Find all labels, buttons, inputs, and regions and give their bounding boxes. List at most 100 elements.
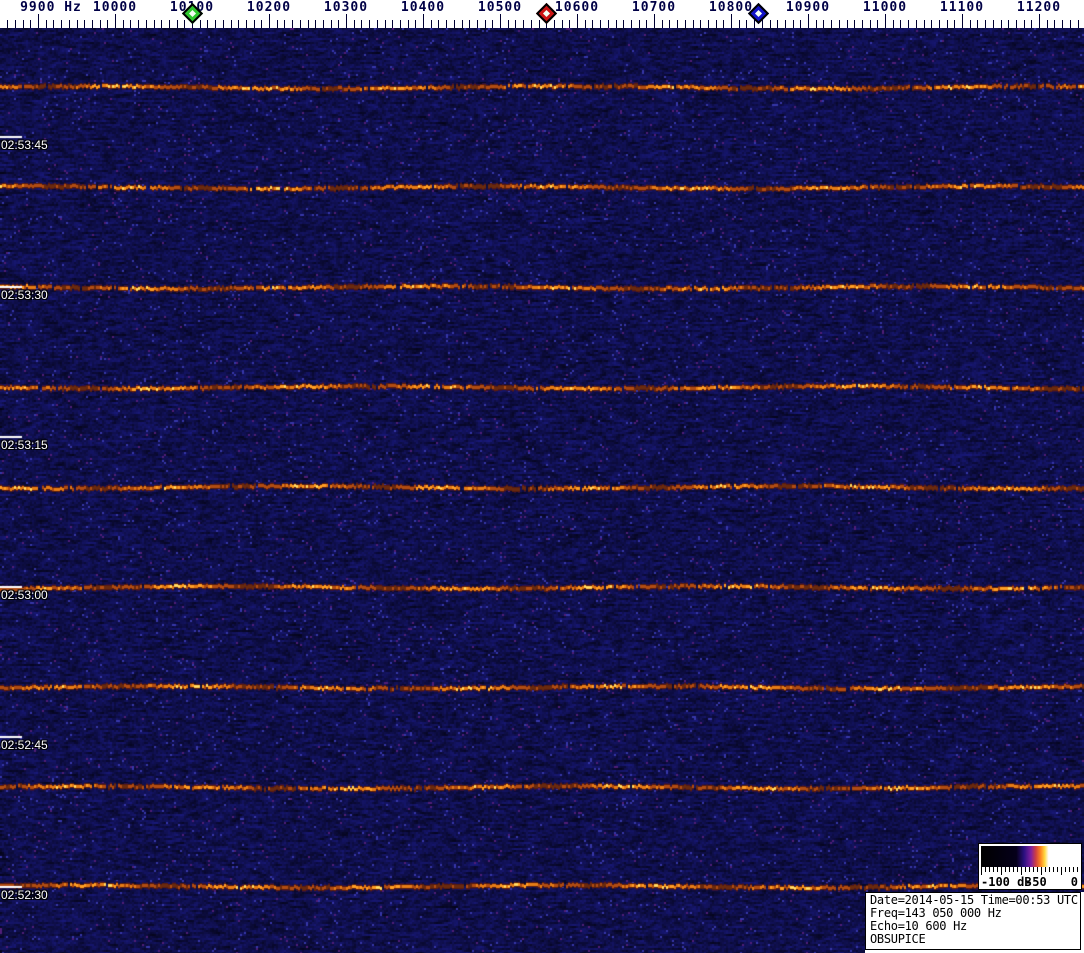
- db-scale-tick: [1049, 867, 1050, 872]
- freq-minor-tick: [523, 20, 525, 28]
- freq-minor-tick: [161, 20, 163, 28]
- freq-minor-tick: [184, 20, 186, 28]
- freq-label: 10400: [400, 0, 446, 15]
- info-box: Date=2014-05-15 Time=00:53 UTC Freq=143 …: [865, 892, 1084, 953]
- db-scale-tick: [1037, 867, 1038, 872]
- freq-minor-tick: [168, 20, 170, 28]
- freq-minor-tick: [369, 20, 371, 28]
- freq-minor-tick: [1054, 20, 1056, 28]
- freq-minor-tick: [76, 20, 78, 28]
- freq-minor-tick: [638, 20, 640, 28]
- frequency-ruler[interactable]: 9900 Hz100001010010200103001040010500106…: [0, 0, 1084, 28]
- freq-minor-tick: [646, 20, 648, 28]
- freq-major-tick: [115, 14, 116, 28]
- freq-major-tick: [346, 14, 347, 28]
- freq-minor-tick: [207, 20, 209, 28]
- freq-major-tick: [808, 14, 809, 28]
- freq-minor-tick: [215, 20, 217, 28]
- time-label: 02:53:45: [1, 138, 48, 152]
- freq-minor-tick: [1000, 20, 1002, 28]
- freq-minor-tick: [330, 20, 332, 28]
- freq-minor-tick: [784, 20, 786, 28]
- marker-center-dot: [188, 9, 197, 18]
- freq-minor-tick: [322, 20, 324, 28]
- spectrogram-canvas[interactable]: [0, 28, 1084, 953]
- marker-center-dot: [754, 9, 762, 18]
- freq-minor-tick: [715, 20, 717, 28]
- freq-minor-tick: [376, 20, 378, 28]
- freq-minor-tick: [831, 20, 833, 28]
- db-scale-tick: [1061, 867, 1062, 875]
- freq-minor-tick: [222, 20, 224, 28]
- freq-major-tick: [962, 14, 963, 28]
- freq-minor-tick: [1023, 20, 1025, 28]
- db-scale-tick: [989, 867, 990, 872]
- freq-minor-tick: [238, 20, 240, 28]
- freq-minor-tick: [438, 20, 440, 28]
- freq-minor-tick: [700, 20, 702, 28]
- freq-label: 10600: [554, 0, 600, 15]
- db-label-max: 0: [1070, 875, 1078, 889]
- freq-minor-tick: [854, 20, 856, 28]
- freq-minor-tick: [130, 20, 132, 28]
- freq-minor-tick: [384, 20, 386, 28]
- freq-minor-tick: [869, 20, 871, 28]
- freq-minor-tick: [476, 20, 478, 28]
- freq-minor-tick: [977, 20, 979, 28]
- db-scale-tick: [1021, 867, 1022, 875]
- freq-label: 10700: [631, 0, 677, 15]
- freq-minor-tick: [553, 20, 555, 28]
- freq-minor-tick: [1015, 20, 1017, 28]
- freq-minor-tick: [931, 20, 933, 28]
- freq-minor-tick: [684, 20, 686, 28]
- freq-minor-tick: [823, 20, 825, 28]
- freq-minor-tick: [692, 20, 694, 28]
- freq-minor-tick: [900, 20, 902, 28]
- freq-minor-tick: [1031, 20, 1033, 28]
- db-scale-tick: [1041, 867, 1042, 875]
- freq-minor-tick: [61, 20, 63, 28]
- freq-minor-tick: [985, 20, 987, 28]
- freq-minor-tick: [415, 20, 417, 28]
- freq-label: 10900: [785, 0, 831, 15]
- freq-minor-tick: [530, 20, 532, 28]
- freq-label: 9900 Hz: [20, 0, 82, 15]
- freq-label: 11100: [939, 0, 985, 15]
- freq-minor-tick: [623, 20, 625, 28]
- freq-minor-tick: [153, 20, 155, 28]
- freq-major-tick: [269, 14, 270, 28]
- freq-label: 11200: [1016, 0, 1062, 15]
- freq-minor-tick: [392, 20, 394, 28]
- time-label: 02:53:30: [1, 288, 48, 302]
- freq-minor-tick: [453, 20, 455, 28]
- db-gradient-bar: [981, 846, 1079, 867]
- freq-minor-tick: [561, 20, 563, 28]
- freq-minor-tick: [276, 20, 278, 28]
- freq-minor-tick: [908, 20, 910, 28]
- freq-minor-tick: [569, 20, 571, 28]
- freq-minor-tick: [307, 20, 309, 28]
- freq-minor-tick: [1077, 20, 1079, 28]
- freq-minor-tick: [1062, 20, 1064, 28]
- freq-major-tick: [1039, 14, 1040, 28]
- db-scale-tick: [1001, 867, 1002, 875]
- db-scale-tick: [1045, 867, 1046, 872]
- freq-minor-tick: [299, 20, 301, 28]
- freq-minor-tick: [338, 20, 340, 28]
- freq-minor-tick: [245, 20, 247, 28]
- freq-minor-tick: [777, 20, 779, 28]
- freq-minor-tick: [723, 20, 725, 28]
- freq-minor-tick: [846, 20, 848, 28]
- freq-minor-tick: [14, 20, 16, 28]
- time-label: 02:52:45: [1, 738, 48, 752]
- freq-minor-tick: [122, 20, 124, 28]
- db-scale-tick: [1009, 867, 1010, 872]
- db-scale-tick: [1057, 867, 1058, 872]
- db-scale-tick: [1005, 867, 1006, 872]
- freq-major-tick: [500, 14, 501, 28]
- freq-minor-tick: [607, 20, 609, 28]
- freq-minor-tick: [492, 20, 494, 28]
- freq-minor-tick: [361, 20, 363, 28]
- freq-minor-tick: [484, 20, 486, 28]
- freq-major-tick: [38, 14, 39, 28]
